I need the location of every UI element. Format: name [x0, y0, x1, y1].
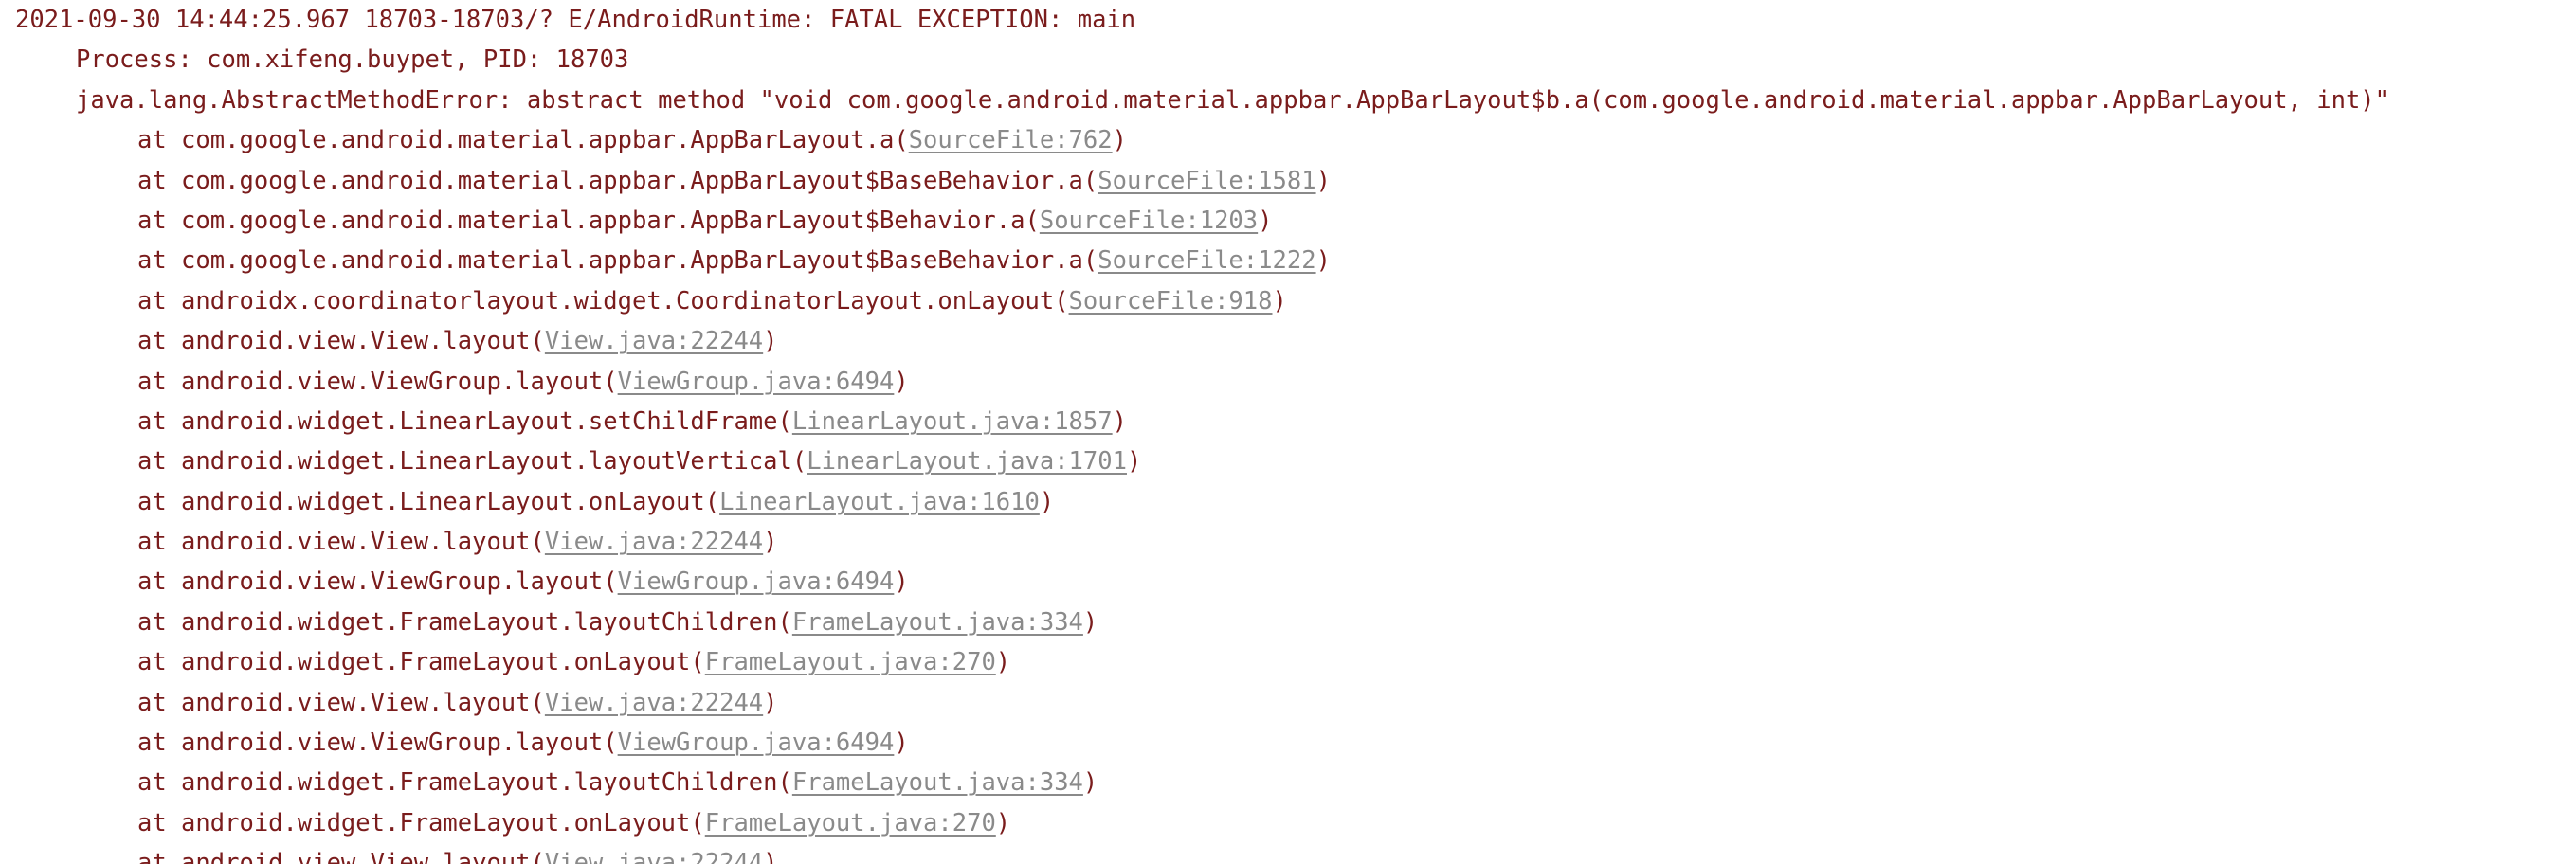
stack-frame-line: at android.view.ViewGroup.layout(ViewGro…	[0, 362, 2576, 402]
stack-frame-line: at android.widget.LinearLayout.onLayout(…	[0, 482, 2576, 522]
source-file-link[interactable]: View.java:22244	[545, 689, 763, 717]
source-file-link[interactable]: SourceFile:1581	[1098, 167, 1315, 195]
source-file-link[interactable]: FrameLayout.java:334	[792, 608, 1083, 637]
stack-frame-close-paren: )	[995, 648, 1011, 677]
stack-frame-method: at android.view.View.layout(	[137, 327, 545, 356]
stack-frame-close-paren: )	[763, 327, 778, 356]
stack-frame-close-paren: )	[763, 849, 778, 864]
source-file-link[interactable]: SourceFile:1222	[1098, 246, 1315, 275]
stack-frame-close-paren: )	[763, 528, 778, 557]
logcat-console: 2021-09-30 14:44:25.967 18703-18703/? E/…	[0, 0, 2576, 864]
stack-frame-line: at android.widget.FrameLayout.onLayout(F…	[0, 642, 2576, 682]
stack-frame-line: at android.widget.LinearLayout.layoutVer…	[0, 441, 2576, 481]
stack-frame-method: at android.view.ViewGroup.layout(	[137, 567, 618, 597]
source-file-link[interactable]: View.java:22244	[545, 327, 763, 355]
stack-frame-method: at android.view.View.layout(	[137, 528, 545, 557]
stack-frame-close-paren: )	[894, 729, 909, 758]
stack-frame-method: at android.view.ViewGroup.layout(	[137, 729, 618, 758]
stack-frame-line: at androidx.coordinatorlayout.widget.Coo…	[0, 281, 2576, 321]
stack-frame-method: at android.widget.FrameLayout.layoutChil…	[137, 768, 792, 798]
stack-frame-line: at android.widget.FrameLayout.layoutChil…	[0, 603, 2576, 642]
stack-frame-line: at android.view.View.layout(View.java:22…	[0, 843, 2576, 864]
stack-frame-method: at android.view.View.layout(	[137, 688, 545, 717]
source-file-link[interactable]: FrameLayout.java:270	[705, 809, 996, 837]
stack-frame-close-paren: )	[1039, 487, 1055, 516]
source-file-link[interactable]: FrameLayout.java:270	[705, 648, 996, 676]
stack-frame-method: at com.google.android.material.appbar.Ap…	[137, 206, 1040, 235]
stack-frame-line: at android.widget.LinearLayout.setChildF…	[0, 402, 2576, 441]
stack-frame-close-paren: )	[894, 567, 909, 597]
stack-frame-line: at android.widget.FrameLayout.layoutChil…	[0, 763, 2576, 802]
source-file-link[interactable]: LinearLayout.java:1701	[807, 447, 1127, 476]
stack-frame-line: at android.view.View.layout(View.java:22…	[0, 522, 2576, 562]
source-file-link[interactable]: SourceFile:918	[1069, 287, 1273, 315]
stack-frame-line: at android.view.ViewGroup.layout(ViewGro…	[0, 723, 2576, 763]
stack-frame-close-paren: )	[1126, 447, 1142, 477]
stack-frame-line: at com.google.android.material.appbar.Ap…	[0, 201, 2576, 241]
source-file-link[interactable]: FrameLayout.java:334	[792, 768, 1083, 797]
stack-frame-method: at com.google.android.material.appbar.Ap…	[137, 166, 1098, 195]
stack-trace: at com.google.android.material.appbar.Ap…	[0, 120, 2576, 864]
stack-frame-line: at android.view.View.layout(View.java:22…	[0, 321, 2576, 361]
stack-frame-method: at android.widget.FrameLayout.onLayout(	[137, 648, 705, 677]
stack-frame-method: at android.view.ViewGroup.layout(	[137, 367, 618, 396]
stack-frame-line: at com.google.android.material.appbar.Ap…	[0, 241, 2576, 280]
stack-frame-close-paren: )	[763, 688, 778, 717]
stack-frame-close-paren: )	[1112, 406, 1127, 436]
stack-frame-line: at com.google.android.material.appbar.Ap…	[0, 120, 2576, 160]
stack-frame-close-paren: )	[1258, 206, 1273, 235]
stack-frame-close-paren: )	[995, 808, 1011, 837]
stack-frame-method: at com.google.android.material.appbar.Ap…	[137, 126, 909, 155]
source-file-link[interactable]: LinearLayout.java:1610	[719, 488, 1040, 516]
stack-frame-close-paren: )	[1315, 246, 1331, 276]
stack-frame-line: at com.google.android.material.appbar.Ap…	[0, 161, 2576, 201]
source-file-link[interactable]: LinearLayout.java:1857	[792, 407, 1113, 436]
source-file-link[interactable]: SourceFile:762	[909, 126, 1113, 154]
stack-frame-close-paren: )	[894, 367, 909, 396]
stack-frame-method: at android.widget.LinearLayout.layoutVer…	[137, 447, 807, 477]
stack-frame-close-paren: )	[1112, 126, 1127, 155]
stack-frame-method: at android.widget.FrameLayout.layoutChil…	[137, 607, 792, 637]
stack-frame-method: at android.view.View.layout(	[137, 849, 545, 864]
source-file-link[interactable]: SourceFile:1203	[1040, 207, 1258, 235]
source-file-link[interactable]: ViewGroup.java:6494	[618, 368, 895, 396]
stack-frame-method: at androidx.coordinatorlayout.widget.Coo…	[137, 286, 1069, 315]
log-exception-line: java.lang.AbstractMethodError: abstract …	[76, 85, 2390, 115]
stack-frame-close-paren: )	[1082, 607, 1098, 637]
stack-frame-line: at android.view.View.layout(View.java:22…	[0, 683, 2576, 723]
stack-frame-method: at android.widget.FrameLayout.onLayout(	[137, 808, 705, 837]
stack-frame-close-paren: )	[1315, 166, 1331, 195]
stack-frame-line: at android.view.ViewGroup.layout(ViewGro…	[0, 562, 2576, 602]
stack-frame-method: at android.widget.LinearLayout.onLayout(	[137, 487, 720, 516]
stack-frame-close-paren: )	[1272, 286, 1287, 315]
source-file-link[interactable]: ViewGroup.java:6494	[618, 729, 895, 757]
stack-frame-method: at android.widget.LinearLayout.setChildF…	[137, 406, 792, 436]
source-file-link[interactable]: View.java:22244	[545, 849, 763, 864]
stack-frame-method: at com.google.android.material.appbar.Ap…	[137, 246, 1098, 276]
log-process-line: Process: com.xifeng.buypet, PID: 18703	[76, 45, 629, 75]
stack-frame-close-paren: )	[1082, 768, 1098, 798]
log-header-line: 2021-09-30 14:44:25.967 18703-18703/? E/…	[15, 6, 1136, 34]
source-file-link[interactable]: View.java:22244	[545, 528, 763, 556]
source-file-link[interactable]: ViewGroup.java:6494	[618, 567, 895, 596]
stack-frame-line: at android.widget.FrameLayout.onLayout(F…	[0, 803, 2576, 843]
